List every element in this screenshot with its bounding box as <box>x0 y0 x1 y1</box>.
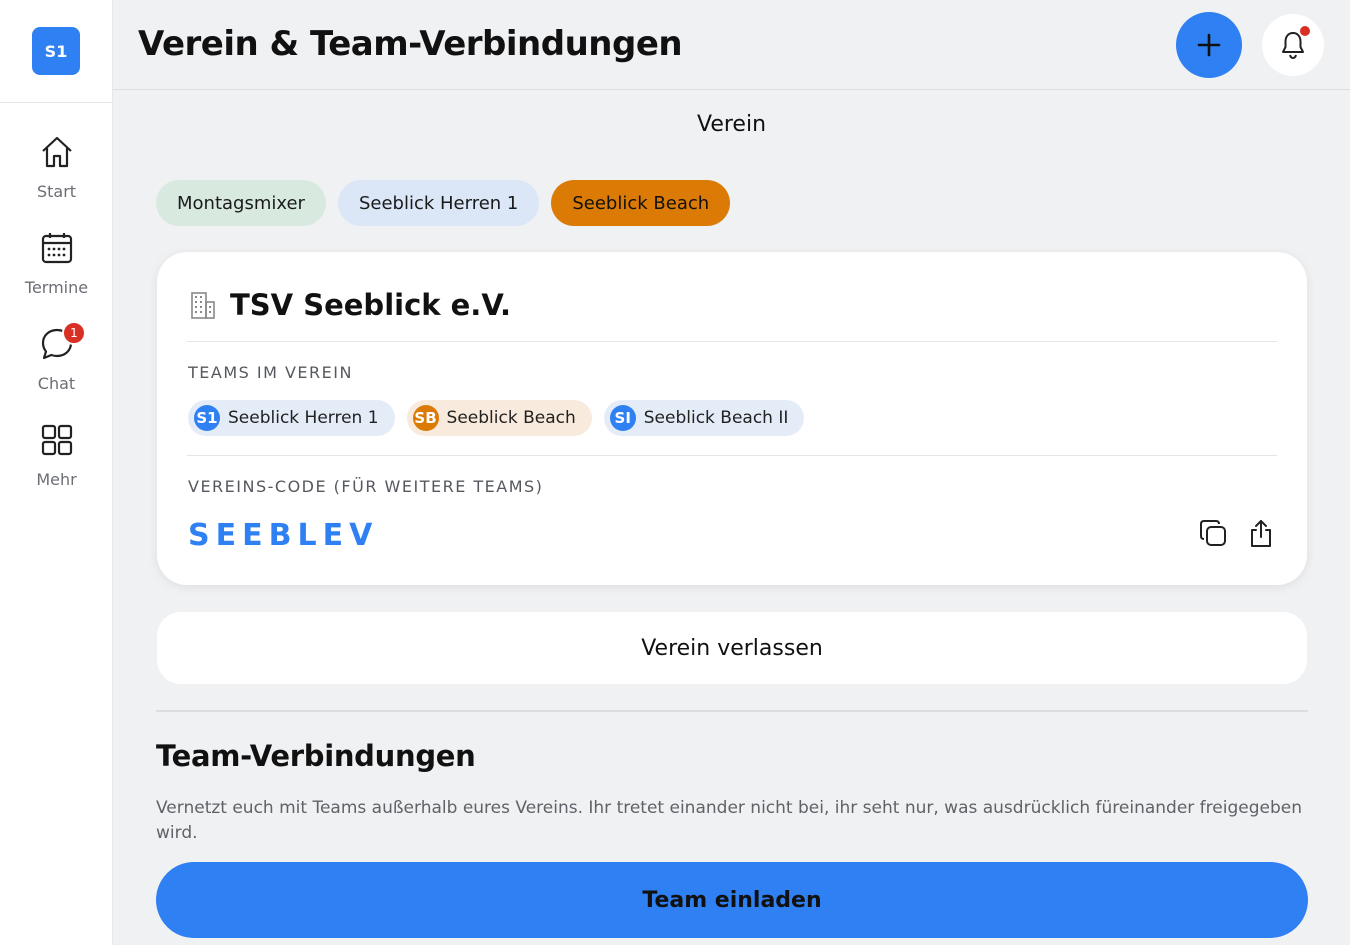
team-tab-seeblick-herren-1[interactable]: Seeblick Herren 1 <box>337 180 540 226</box>
team-avatar: SI <box>609 405 636 431</box>
divider <box>187 455 1277 456</box>
team-name: Seeblick Beach <box>446 408 576 428</box>
section-divider <box>156 710 1308 712</box>
club-teams-list: S1 Seeblick Herren 1 SB Seeblick Beach S… <box>188 400 805 436</box>
copy-icon <box>1200 520 1226 546</box>
nav-item-start[interactable]: Start <box>0 134 113 201</box>
team-avatar: SB <box>412 405 439 431</box>
club-header: TSV Seeblick e.V. <box>188 288 511 322</box>
team-tabs: Montagsmixer Seeblick Herren 1 Seeblick … <box>156 180 731 226</box>
club-team-chip[interactable]: SB Seeblick Beach <box>406 400 592 436</box>
grid-icon <box>41 424 72 456</box>
nav-item-chat[interactable]: 1 Chat <box>0 321 113 393</box>
team-avatar: S1 <box>194 405 220 431</box>
unread-badge: 1 <box>62 321 86 345</box>
nav-item-termine[interactable]: Termine <box>0 230 113 297</box>
code-caption: VEREINS-CODE (FÜR WEITERE TEAMS) <box>188 477 544 496</box>
building-icon <box>191 292 215 319</box>
divider <box>187 341 1277 342</box>
section-title-verein: Verein <box>696 112 767 137</box>
notifications-button[interactable] <box>1262 14 1324 76</box>
club-team-chip[interactable]: SI Seeblick Beach II <box>603 400 805 436</box>
home-icon <box>41 136 72 168</box>
notification-dot <box>1300 26 1310 36</box>
share-button[interactable] <box>1244 516 1278 550</box>
team-tab-montagsmixer[interactable]: Montagsmixer <box>156 180 326 226</box>
team-connections-title: Team-Verbindungen <box>156 739 476 773</box>
invite-team-button[interactable]: Team einladen <box>156 862 1308 938</box>
club-team-chip[interactable]: S1 Seeblick Herren 1 <box>188 400 395 436</box>
add-button[interactable] <box>1176 12 1242 78</box>
nav-item-mehr[interactable]: Mehr <box>0 422 113 489</box>
header: Verein & Team-Verbindungen <box>113 0 1350 90</box>
team-tab-seeblick-beach[interactable]: Seeblick Beach <box>551 180 731 226</box>
plus-icon <box>1197 33 1221 57</box>
team-logo[interactable]: S1 <box>32 27 80 75</box>
nav-label: Start <box>36 182 77 201</box>
nav-label: Mehr <box>36 470 77 489</box>
team-name: Seeblick Herren 1 <box>228 408 379 428</box>
nav-label: Chat <box>37 374 76 393</box>
club-code: SEEBLEV <box>188 518 379 553</box>
club-card: TSV Seeblick e.V. TEAMS IM VEREIN S1 See… <box>157 252 1307 585</box>
share-icon <box>1251 520 1271 547</box>
nav-label: Termine <box>24 278 89 297</box>
club-name: TSV Seeblick e.V. <box>230 288 512 322</box>
copy-button[interactable] <box>1196 516 1230 550</box>
logo-area: S1 <box>0 0 112 103</box>
leave-club-button[interactable]: Verein verlassen <box>157 612 1307 684</box>
teams-caption: TEAMS IM VEREIN <box>188 363 353 382</box>
calendar-icon <box>41 233 72 264</box>
team-connections-description: Vernetzt euch mit Teams außerhalb eures … <box>156 798 1302 843</box>
team-name: Seeblick Beach II <box>643 408 789 428</box>
page-title: Verein & Team-Verbindungen <box>138 24 683 64</box>
sidebar: S1 Start Termine 1 Chat Mehr <box>0 0 113 945</box>
